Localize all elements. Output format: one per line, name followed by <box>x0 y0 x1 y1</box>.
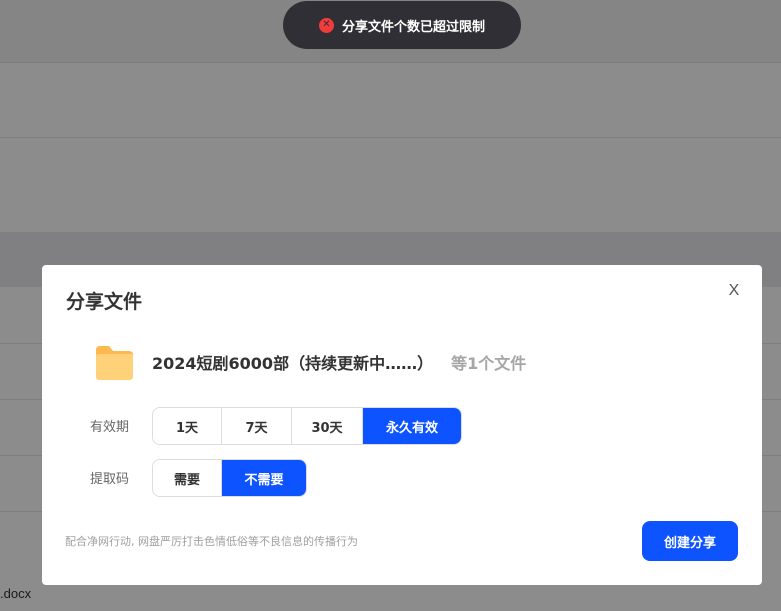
close-icon[interactable]: X <box>726 283 742 299</box>
folder-icon <box>96 346 133 380</box>
validity-selector: 1天 7天 30天 永久有效 <box>152 407 462 445</box>
share-dialog: 分享文件 X 2024短剧6000部（持续更新中……） 等1个文件 有效期 1天… <box>42 265 762 585</box>
create-share-button[interactable]: 创建分享 <box>642 521 738 561</box>
policy-note: 配合净网行动, 网盘严厉打击色情低俗等不良信息的传播行为 <box>65 535 358 548</box>
file-count: 等1个文件 <box>451 354 527 373</box>
validity-label: 有效期 <box>90 420 130 435</box>
code-option-not-required[interactable]: 不需要 <box>222 460 306 496</box>
error-icon: ✕ <box>318 17 334 33</box>
validity-option-30-days[interactable]: 30天 <box>292 408 363 444</box>
extract-code-selector: 需要 不需要 <box>152 459 307 497</box>
validity-option-permanent[interactable]: 永久有效 <box>363 408 461 444</box>
error-toast: ✕ 分享文件个数已超过限制 <box>283 1 521 49</box>
toast-message: 分享文件个数已超过限制 <box>341 19 485 35</box>
extract-code-label: 提取码 <box>90 472 130 487</box>
validity-option-7-days[interactable]: 7天 <box>222 408 292 444</box>
dialog-title: 分享文件 <box>66 291 143 313</box>
file-name: 2024短剧6000部（持续更新中……） <box>152 354 434 373</box>
file-summary: 2024短剧6000部（持续更新中……） 等1个文件 <box>93 341 526 383</box>
code-option-required[interactable]: 需要 <box>153 460 222 496</box>
validity-option-1-day[interactable]: 1天 <box>153 408 222 444</box>
